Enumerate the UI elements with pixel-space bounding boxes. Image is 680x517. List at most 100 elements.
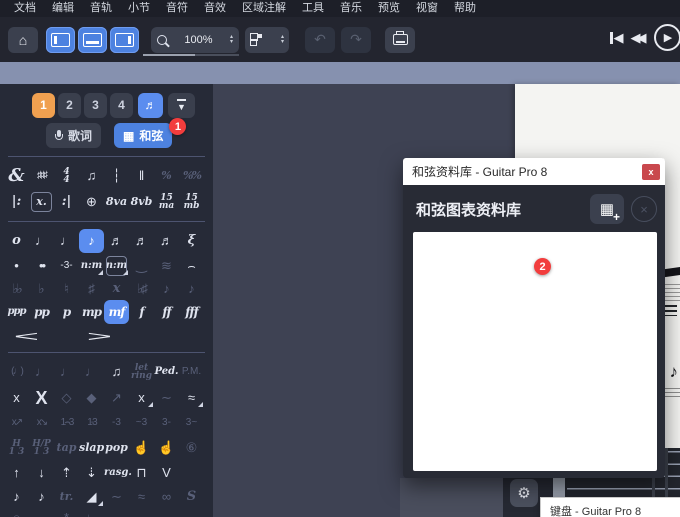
menu-file[interactable]: 文档	[6, 0, 44, 17]
dynamic-f[interactable]: f	[129, 300, 154, 324]
voice-3-button[interactable]: 3	[84, 93, 107, 118]
right-hand-tap-icon[interactable]: ☝	[154, 436, 179, 460]
quindicesima-bassa-icon[interactable]: 15 mb	[179, 194, 204, 210]
string-number-icon[interactable]: ⑥	[179, 436, 204, 460]
repeat-close-icon[interactable]: :|	[54, 190, 79, 214]
arpeggio-down-icon[interactable]: ⇣	[79, 461, 104, 485]
hammer-pull-icon[interactable]: H/P 1 3	[29, 440, 54, 456]
accent-icon[interactable]: ♩	[29, 360, 54, 384]
note-extra-icon[interactable]: ♩	[79, 506, 104, 517]
dialog-title-bar[interactable]: 和弦资料库 - Guitar Pro 8 x	[403, 158, 665, 185]
sharp-icon[interactable]: ♯	[79, 277, 104, 301]
heavy-accent-icon[interactable]: ♩	[79, 360, 104, 384]
double-sharp-icon[interactable]: x	[104, 277, 129, 301]
repeat-open-icon[interactable]: |:	[4, 190, 29, 214]
menu-section[interactable]: 区域注解	[234, 0, 294, 17]
fermata-icon[interactable]: ⌢	[179, 254, 204, 278]
tie-icon[interactable]: ‿	[129, 254, 154, 278]
time-signature-icon[interactable]: 4 4	[54, 168, 79, 184]
menu-music[interactable]: 音乐	[332, 0, 370, 17]
zoom-slider[interactable]	[143, 54, 239, 56]
key-signature-icon[interactable]: ♯♯♯	[29, 164, 54, 188]
dynamic-fff[interactable]: fff	[179, 300, 204, 324]
chord-library-list-area[interactable]: 2	[413, 232, 657, 471]
vertical-view-button[interactable]	[110, 27, 139, 53]
decrescendo-icon[interactable]: >	[61, 324, 139, 348]
dynamic-p[interactable]: p	[54, 300, 79, 324]
crescendo-icon[interactable]: <	[0, 324, 65, 348]
let-ring-icon[interactable]: let ring	[129, 364, 154, 380]
clear-chord-button-disabled[interactable]: ×	[631, 196, 657, 222]
grace-note-on-beat-icon[interactable]: ♪	[179, 277, 204, 301]
slide-out-down-icon[interactable]: x↘	[29, 411, 54, 435]
left-hand-tap-icon[interactable]: ☝	[129, 436, 154, 460]
menu-bar[interactable]: 小节	[120, 0, 158, 17]
dynamic-ppp[interactable]: ppp	[4, 300, 29, 324]
slide-in-above-icon[interactable]: ~3	[129, 411, 154, 435]
dotted-note-icon[interactable]: •	[4, 254, 29, 278]
rewind-button[interactable]: ◀◀	[631, 30, 647, 46]
palm-mute-icon[interactable]: P.M.	[179, 360, 204, 384]
redo-button[interactable]: ↷	[341, 27, 371, 53]
add-chord-chart-button[interactable]: ▦ +	[590, 194, 624, 224]
dashed-barline-icon[interactable]: ┆	[104, 164, 129, 188]
vibrato-wavy-icon[interactable]: ≈	[129, 485, 154, 509]
multitrack-view-control[interactable]: ▴▾	[245, 27, 289, 53]
treble-clef-icon[interactable]: &	[4, 164, 29, 188]
simile-box-icon[interactable]: x.	[29, 190, 54, 214]
arc-icon[interactable]: ⌣	[29, 506, 54, 517]
lyrics-button[interactable]: 歌词	[46, 123, 101, 148]
dynamic-mp[interactable]: mp	[79, 300, 104, 324]
menu-track[interactable]: 音轨	[82, 0, 120, 17]
artificial-harmonic-icon[interactable]: ◆	[79, 386, 104, 410]
dead-note-icon[interactable]: x	[4, 386, 29, 410]
grace-note-before-icon[interactable]: ♪	[154, 277, 179, 301]
pop-icon[interactable]: pop	[104, 436, 129, 460]
menu-tools[interactable]: 工具	[294, 0, 332, 17]
upstroke-icon[interactable]: V	[154, 461, 179, 485]
zoom-stepper[interactable]: ▴▾	[230, 35, 233, 45]
voice-4-button[interactable]: 4	[110, 93, 133, 118]
voice-2-button[interactable]: 2	[58, 93, 81, 118]
tuplet-grouping-icon[interactable]: ♫	[79, 164, 104, 188]
sixty-fourth-note-icon[interactable]: ♬	[154, 229, 179, 253]
tapping-icon[interactable]: x	[129, 386, 154, 410]
whole-note-icon[interactable]: o	[4, 229, 29, 253]
print-button[interactable]	[385, 27, 415, 53]
arpeggio-up-icon[interactable]: ⇡	[54, 461, 79, 485]
multivoice-button[interactable]: ♬	[138, 93, 163, 118]
flat-sharp-icon[interactable]: ♭♯	[129, 277, 154, 301]
legato-slide-icon[interactable]: 1⌢3	[54, 411, 79, 435]
downstroke-icon[interactable]: ⊓	[129, 461, 154, 485]
ghost-note-icon[interactable]: (♩)	[4, 360, 29, 384]
multitrack-stepper[interactable]: ▴▾	[281, 35, 284, 45]
dialog-close-button[interactable]: x	[642, 164, 660, 180]
quarter-rest-icon[interactable]: ξ	[179, 229, 204, 253]
page-view-button[interactable]	[46, 27, 75, 53]
inverted-turn-icon[interactable]: S	[179, 485, 204, 509]
quindicesima-alta-icon[interactable]: 15 ma	[154, 194, 179, 210]
dynamic-ff[interactable]: ff	[154, 300, 179, 324]
thirty-second-note-icon[interactable]: ♬	[129, 229, 154, 253]
play-button[interactable]: ▶	[654, 24, 680, 51]
menu-help[interactable]: 帮助	[446, 0, 484, 17]
bend-icon[interactable]: ↗	[104, 386, 129, 410]
settings-button[interactable]: ⚙	[510, 479, 538, 507]
brush-up-icon[interactable]: ↑	[4, 461, 29, 485]
slide-out-flat-icon[interactable]: 3-	[154, 411, 179, 435]
natural-harmonic-icon[interactable]: ◇	[54, 386, 79, 410]
slide-out-up-icon[interactable]: x↗	[4, 411, 29, 435]
skip-to-start-button[interactable]: ◀	[610, 30, 624, 46]
custom-tuplet-icon[interactable]: n:m	[79, 254, 104, 278]
slide-in-below-icon[interactable]: -3	[104, 411, 129, 435]
voice-filter-button[interactable]: ▼	[168, 93, 195, 118]
tremolo-picking-icon[interactable]: ∼	[104, 485, 129, 509]
menu-note[interactable]: 音符	[158, 0, 196, 17]
chords-button[interactable]: ▦ 和弦 1	[114, 123, 172, 148]
menu-effects[interactable]: 音效	[196, 0, 234, 17]
zoom-control[interactable]: 100% ▴▾	[151, 27, 239, 53]
flat-icon[interactable]: ♭	[29, 277, 54, 301]
tap-icon[interactable]: tap	[54, 436, 79, 460]
turn-icon[interactable]: ∞	[154, 485, 179, 509]
slur-icon[interactable]: ♫	[104, 360, 129, 384]
